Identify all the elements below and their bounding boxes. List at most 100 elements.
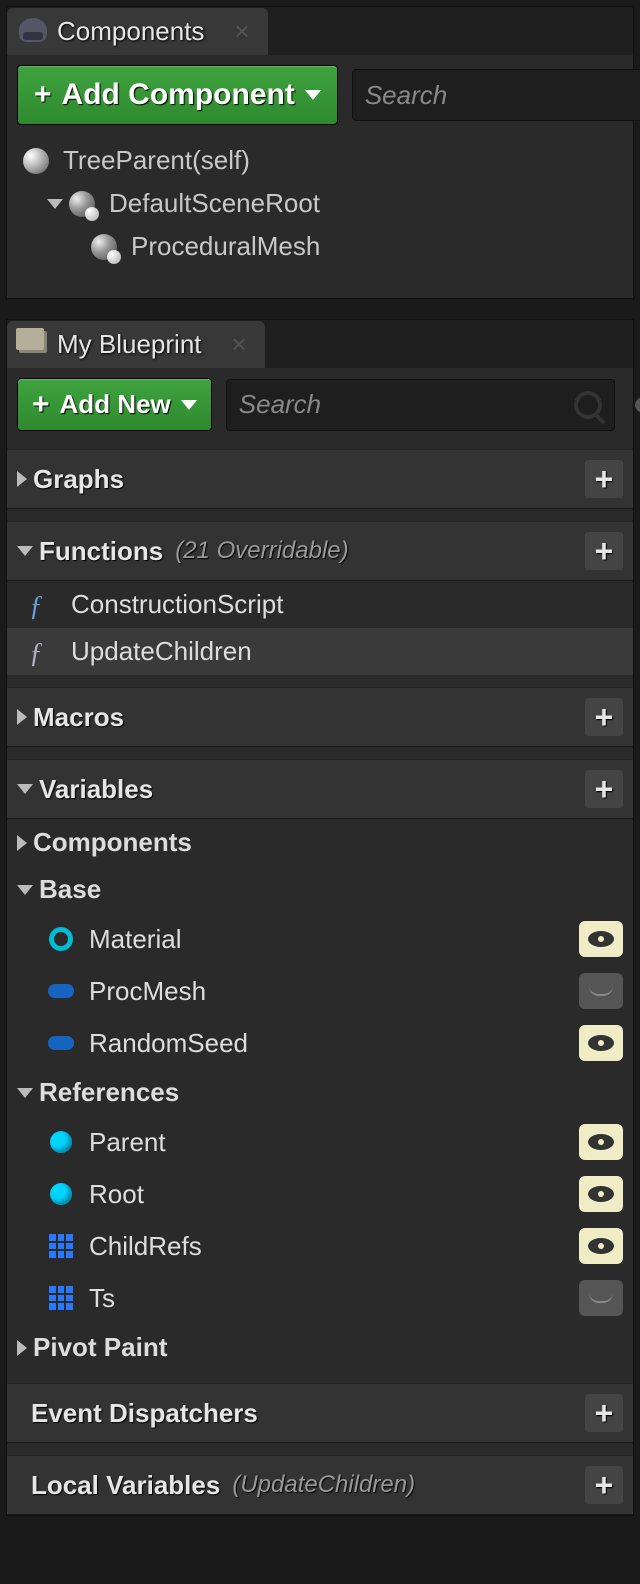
var-root[interactable]: Root <box>7 1168 633 1220</box>
var-type-icon <box>47 977 75 1005</box>
blueprint-tab[interactable]: My Blueprint × <box>7 321 265 368</box>
vargroup-components[interactable]: Components <box>7 819 633 866</box>
expander-icon[interactable] <box>17 471 27 487</box>
visibility-toggle[interactable] <box>579 1176 623 1212</box>
category-functions[interactable]: Functions (21 Overridable) + <box>7 521 633 581</box>
add-variable-button[interactable]: + <box>585 770 623 808</box>
var-childrefs[interactable]: ChildRefs <box>7 1220 633 1272</box>
blueprint-tab-label: My Blueprint <box>57 329 202 360</box>
actor-icon <box>23 148 49 174</box>
expander-icon[interactable] <box>17 1088 33 1098</box>
var-ts[interactable]: Ts <box>7 1272 633 1324</box>
components-search-input[interactable] <box>365 80 640 111</box>
category-local-variables[interactable]: Local Variables (UpdateChildren) + <box>7 1455 633 1515</box>
var-procmesh[interactable]: ProcMesh <box>7 965 633 1017</box>
view-options-dropdown[interactable] <box>629 394 640 416</box>
add-graph-button[interactable]: + <box>585 460 623 498</box>
expander-icon[interactable] <box>17 885 33 895</box>
add-event-dispatcher-button[interactable]: + <box>585 1394 623 1432</box>
add-new-label: Add New <box>60 389 171 420</box>
close-icon[interactable]: × <box>234 16 249 47</box>
vargroup-pivot-label: Pivot Paint <box>33 1332 167 1363</box>
expander-icon[interactable] <box>17 709 27 725</box>
blueprint-toolbar: + Add New <box>17 378 623 431</box>
tree-root-self[interactable]: TreeParent(self) <box>19 139 621 182</box>
function-icon: ƒ <box>29 638 57 666</box>
function-item-label: ConstructionScript <box>71 589 623 620</box>
components-tab[interactable]: Components × <box>7 8 268 55</box>
expander-icon[interactable] <box>17 835 27 851</box>
components-search[interactable] <box>352 69 640 121</box>
visibility-toggle[interactable] <box>579 1025 623 1061</box>
vargroup-references[interactable]: References <box>7 1069 633 1116</box>
visibility-toggle[interactable] <box>579 1280 623 1316</box>
add-macro-button[interactable]: + <box>585 698 623 736</box>
var-type-icon <box>47 1232 75 1260</box>
vargroup-components-label: Components <box>33 827 192 858</box>
local-variables-label: Local Variables <box>31 1470 220 1501</box>
visibility-toggle[interactable] <box>579 921 623 957</box>
add-local-variable-button[interactable]: + <box>585 1466 623 1504</box>
add-function-button[interactable]: + <box>585 532 623 570</box>
var-item-label: Material <box>89 924 571 955</box>
add-component-label: Add Component <box>62 78 295 112</box>
scene-root-label: DefaultSceneRoot <box>109 188 320 219</box>
category-macros[interactable]: Macros + <box>7 687 633 747</box>
visibility-toggle[interactable] <box>579 1124 623 1160</box>
visibility-toggle[interactable] <box>579 1228 623 1264</box>
var-type-icon <box>47 1180 75 1208</box>
vargroup-base-label: Base <box>39 874 101 905</box>
functions-label: Functions <box>39 536 163 567</box>
var-type-icon <box>47 925 75 953</box>
var-parent[interactable]: Parent <box>7 1116 633 1168</box>
expander-icon[interactable] <box>17 784 33 794</box>
function-icon: ƒ <box>29 591 57 619</box>
var-randomseed[interactable]: RandomSeed <box>7 1017 633 1069</box>
function-updatechildren[interactable]: ƒ UpdateChildren <box>7 628 633 675</box>
components-tab-bar: Components × <box>7 7 633 55</box>
category-variables[interactable]: Variables + <box>7 759 633 819</box>
variables-label: Variables <box>39 774 153 805</box>
var-item-label: Root <box>89 1179 571 1210</box>
expander-icon[interactable] <box>17 1340 27 1356</box>
procmesh-label: ProceduralMesh <box>131 231 320 262</box>
function-constructionscript[interactable]: ƒ ConstructionScript <box>7 581 633 628</box>
var-type-icon <box>47 1128 75 1156</box>
category-graphs[interactable]: Graphs + <box>7 449 633 509</box>
add-component-button[interactable]: + Add Component <box>17 65 338 125</box>
vargroup-references-label: References <box>39 1077 179 1108</box>
visibility-toggle[interactable] <box>579 973 623 1009</box>
graphs-label: Graphs <box>33 464 124 495</box>
local-variables-sub: (UpdateChildren) <box>232 1471 415 1499</box>
tree-root-label: TreeParent(self) <box>63 145 250 176</box>
search-icon <box>574 391 602 419</box>
category-event-dispatchers[interactable]: Event Dispatchers + <box>7 1383 633 1443</box>
tree-scene-root[interactable]: DefaultSceneRoot <box>19 182 621 225</box>
add-new-button[interactable]: + Add New <box>17 378 212 431</box>
var-item-label: Ts <box>89 1283 571 1314</box>
chevron-down-icon <box>305 90 321 100</box>
event-dispatchers-label: Event Dispatchers <box>31 1398 258 1429</box>
vargroup-base[interactable]: Base <box>7 866 633 913</box>
plus-icon: + <box>34 80 52 110</box>
var-type-icon <box>47 1029 75 1057</box>
expander-icon[interactable] <box>47 199 63 209</box>
var-material[interactable]: Material <box>7 913 633 965</box>
plus-icon: + <box>32 390 50 420</box>
blueprint-search-input[interactable] <box>239 389 574 420</box>
close-icon[interactable]: × <box>232 329 247 360</box>
var-item-label: Parent <box>89 1127 571 1158</box>
blueprint-tab-bar: My Blueprint × <box>7 320 633 368</box>
vargroup-pivotpaint[interactable]: Pivot Paint <box>7 1324 633 1371</box>
book-icon <box>19 331 47 359</box>
functions-sub: (21 Overridable) <box>175 537 348 565</box>
tree-procmesh[interactable]: ProceduralMesh <box>19 225 621 268</box>
helmet-icon <box>19 18 47 46</box>
components-tab-label: Components <box>57 16 204 47</box>
blueprint-search[interactable] <box>226 379 615 431</box>
scene-component-icon <box>91 234 117 260</box>
eye-icon <box>635 394 640 416</box>
expander-icon[interactable] <box>17 546 33 556</box>
components-tree: TreeParent(self) DefaultSceneRoot Proced… <box>17 133 623 288</box>
macros-label: Macros <box>33 702 124 733</box>
